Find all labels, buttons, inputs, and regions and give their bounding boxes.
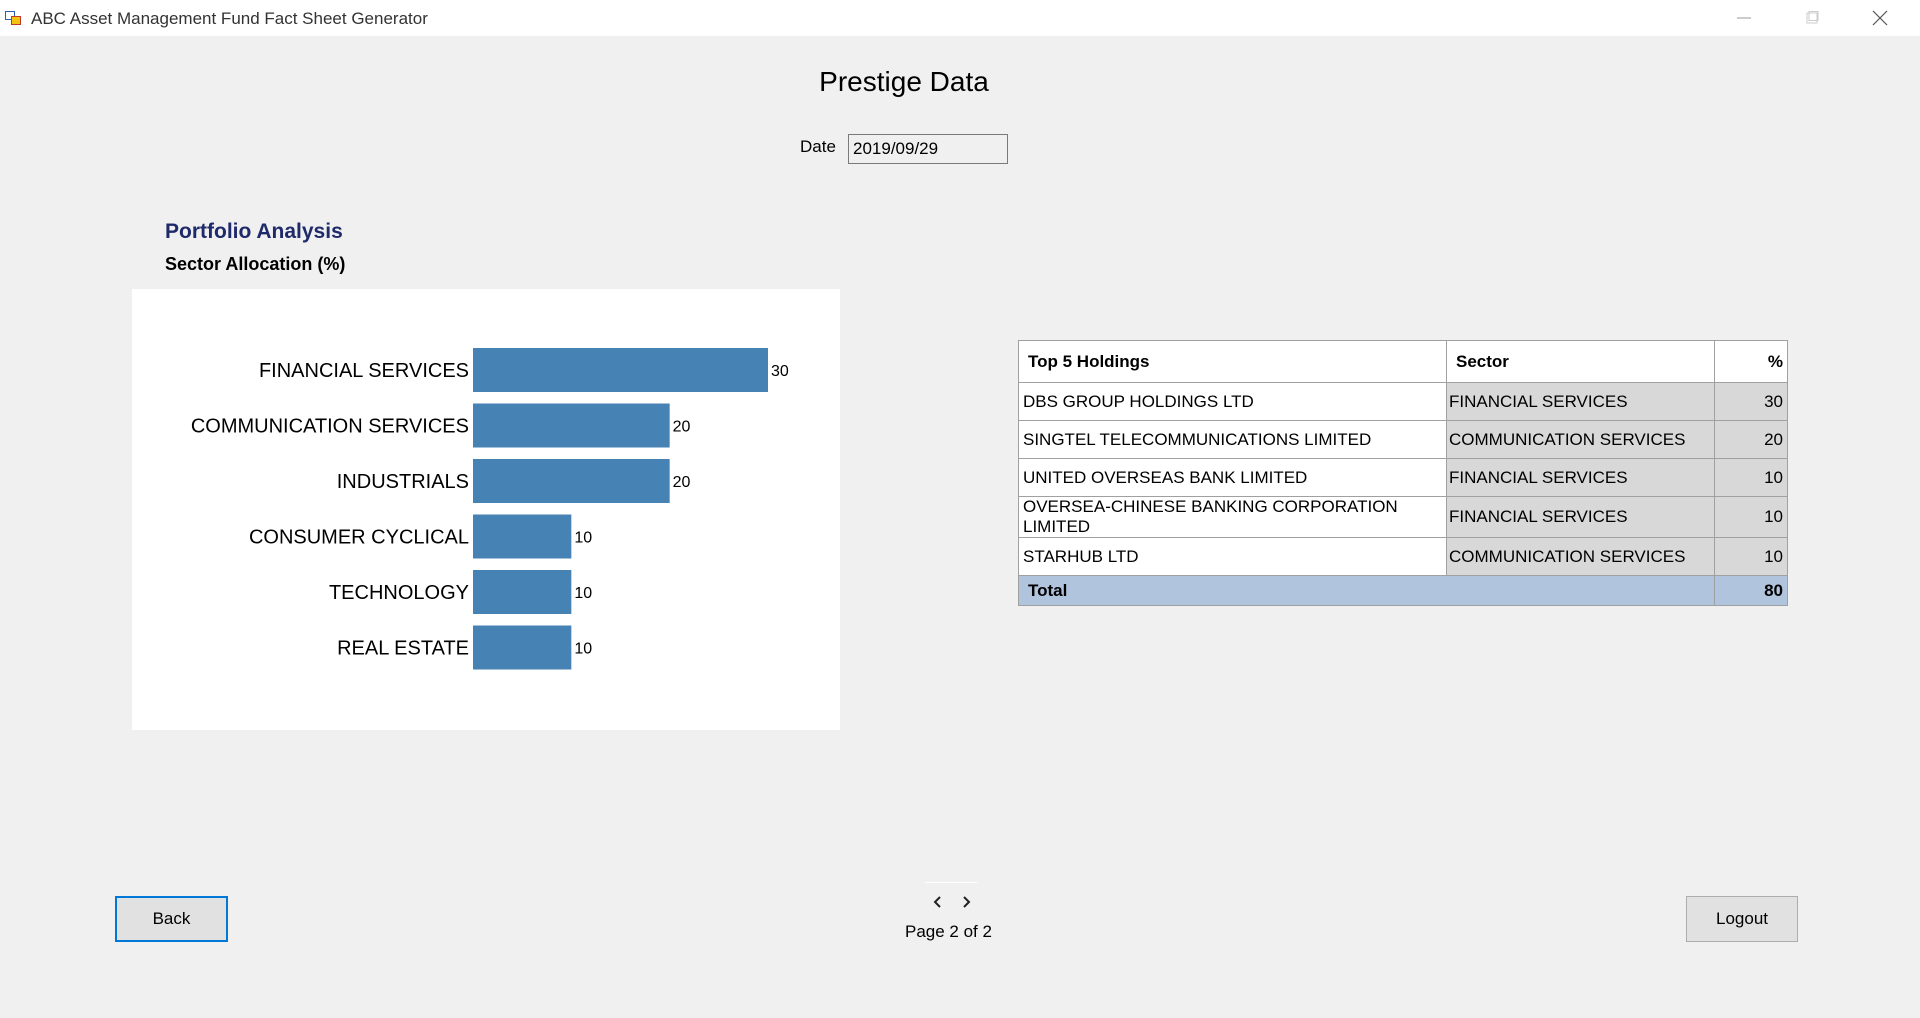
window-title: ABC Asset Management Fund Fact Sheet Gen… xyxy=(31,9,428,28)
holding-percent: 10 xyxy=(1714,496,1788,538)
total-label: Total xyxy=(1018,575,1715,606)
sector-allocation-subtitle: Sector Allocation (%) xyxy=(165,254,346,274)
holding-name: DBS GROUP HOLDINGS LTD xyxy=(1018,382,1447,421)
data-label: 20 xyxy=(673,419,691,436)
total-value: 80 xyxy=(1714,575,1788,606)
data-label: 10 xyxy=(574,641,592,658)
logout-button[interactable]: Logout xyxy=(1686,896,1798,942)
maximize-icon xyxy=(1806,11,1819,24)
page-title: Prestige Data xyxy=(819,66,989,97)
holding-percent: 30 xyxy=(1714,382,1788,421)
holdings-column-header: Top 5 Holdings xyxy=(1018,340,1447,383)
table-row: STARHUB LTD COMMUNICATION SERVICES 10 xyxy=(1018,537,1788,576)
close-button[interactable] xyxy=(1846,0,1914,36)
holding-percent: 20 xyxy=(1714,420,1788,459)
table-row: OVERSEA-CHINESE BANKING CORPORATION LIMI… xyxy=(1018,496,1788,538)
bar xyxy=(473,348,768,392)
holding-sector: FINANCIAL SERVICES xyxy=(1446,382,1715,421)
category-label: TECHNOLOGY xyxy=(329,582,469,604)
holding-name: OVERSEA-CHINESE BANKING CORPORATION LIMI… xyxy=(1018,496,1447,538)
portfolio-analysis-title: Portfolio Analysis xyxy=(165,220,343,243)
category-label: INDUSTRIALS xyxy=(337,471,469,493)
holding-percent: 10 xyxy=(1714,458,1788,497)
maximize-button[interactable] xyxy=(1778,0,1846,36)
percent-column-header: % xyxy=(1714,340,1788,383)
holding-name: STARHUB LTD xyxy=(1018,537,1447,576)
data-label: 10 xyxy=(574,530,592,547)
holding-sector: FINANCIAL SERVICES xyxy=(1446,496,1715,538)
data-label: 10 xyxy=(574,585,592,602)
top-holdings-table: Top 5 Holdings Sector % DBS GROUP HOLDIN… xyxy=(1018,340,1788,606)
chart-svg: FINANCIAL SERVICES 30 COMMUNICATION SERVIC… xyxy=(191,348,789,670)
bar xyxy=(473,625,572,670)
minimize-button[interactable] xyxy=(1710,0,1778,36)
holding-sector: COMMUNICATION SERVICES xyxy=(1446,537,1715,576)
data-label: 20 xyxy=(673,474,691,491)
table-row: DBS GROUP HOLDINGS LTD FINANCIAL SERVICE… xyxy=(1018,382,1788,421)
holding-name: SINGTEL TELECOMMUNICATIONS LIMITED xyxy=(1018,420,1447,459)
table-header-row: Top 5 Holdings Sector % xyxy=(1018,340,1788,383)
bar xyxy=(473,403,670,448)
bar xyxy=(473,570,572,614)
close-icon xyxy=(1872,10,1888,26)
category-label: FINANCIAL SERVICES xyxy=(259,360,469,382)
holding-sector: FINANCIAL SERVICES xyxy=(1446,458,1715,497)
table-row: SINGTEL TELECOMMUNICATIONS LIMITED COMMU… xyxy=(1018,420,1788,459)
bar xyxy=(473,514,572,559)
title-bar: ABC Asset Management Fund Fact Sheet Gen… xyxy=(0,0,1920,36)
date-label: Date xyxy=(800,137,836,156)
back-button[interactable]: Back xyxy=(115,896,228,942)
sector-column-header: Sector xyxy=(1446,340,1715,383)
category-label: COMMUNICATION SERVICES xyxy=(191,416,469,438)
chevron-left-icon[interactable] xyxy=(928,892,948,912)
bar xyxy=(473,459,670,503)
table-row: UNITED OVERSEAS BANK LIMITED FINANCIAL S… xyxy=(1018,458,1788,497)
minimize-icon xyxy=(1737,17,1751,19)
date-field[interactable] xyxy=(848,134,1008,164)
pager-divider xyxy=(925,882,977,883)
total-row: Total 80 xyxy=(1018,575,1788,606)
category-label: REAL ESTATE xyxy=(337,638,469,660)
sector-allocation-chart: FINANCIAL SERVICES 30 COMMUNICATION SERVIC… xyxy=(132,289,840,730)
holding-sector: COMMUNICATION SERVICES xyxy=(1446,420,1715,459)
chevron-right-icon[interactable] xyxy=(956,892,976,912)
holding-name: UNITED OVERSEAS BANK LIMITED xyxy=(1018,458,1447,497)
page-indicator: Page 2 of 2 xyxy=(905,922,992,941)
app-icon xyxy=(5,11,21,25)
category-label: CONSUMER CYCLICAL xyxy=(249,527,469,549)
data-label: 30 xyxy=(771,363,789,380)
holding-percent: 10 xyxy=(1714,537,1788,576)
